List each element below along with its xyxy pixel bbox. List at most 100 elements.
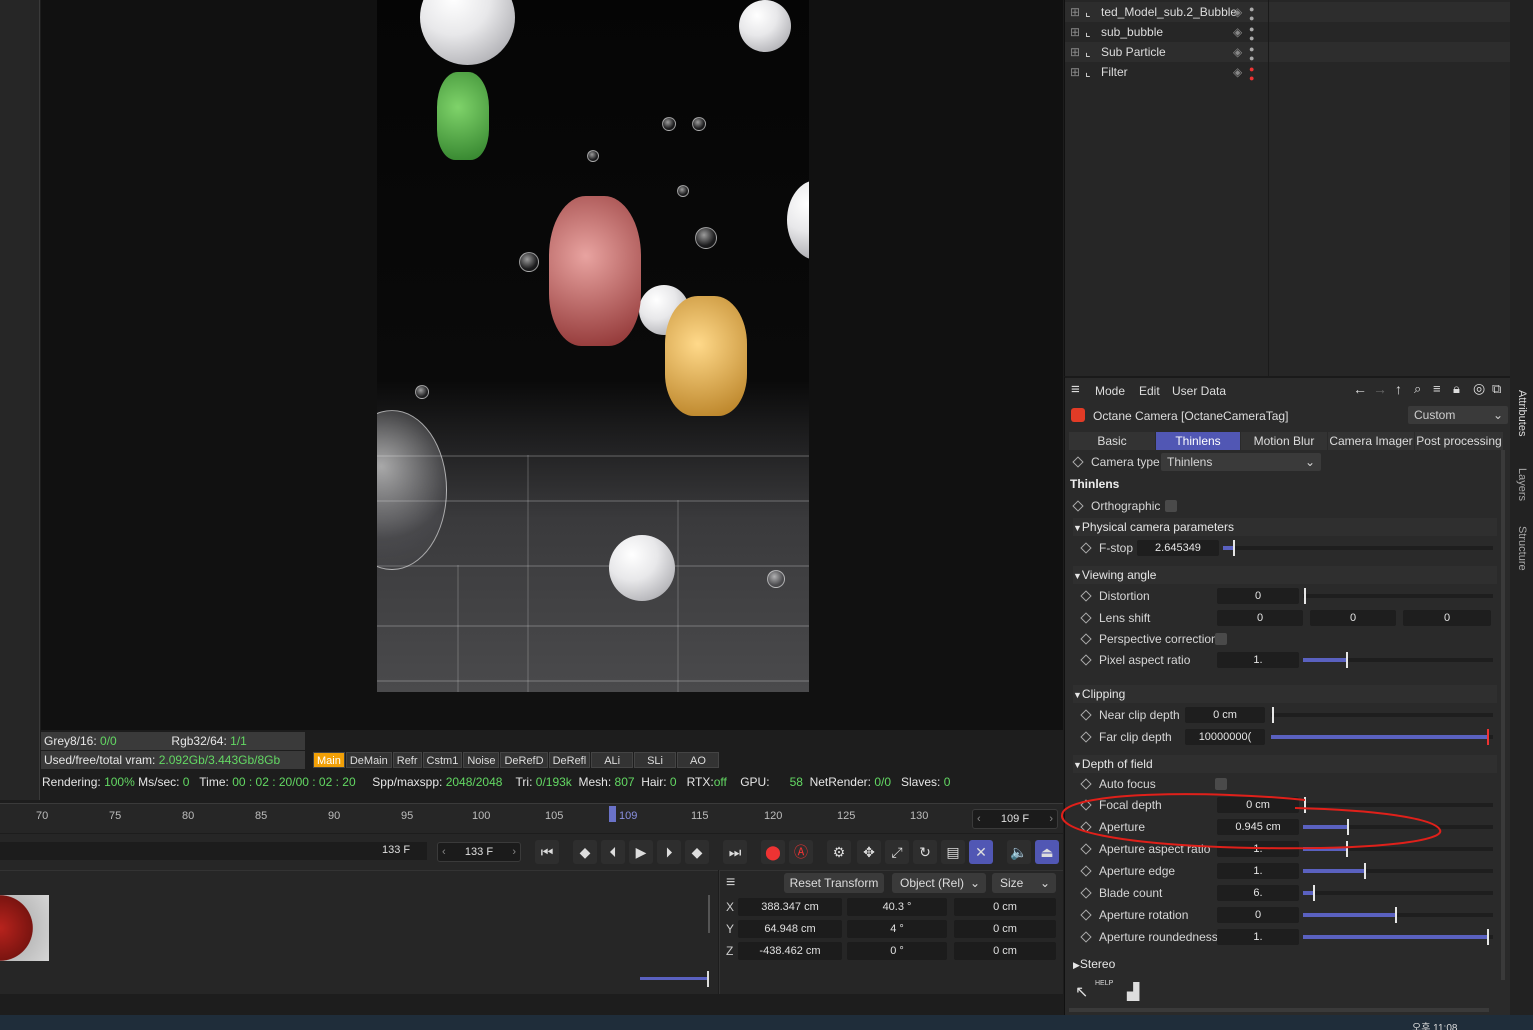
auto-focus-checkbox[interactable]: [1215, 778, 1227, 790]
keyframe-diamond-icon[interactable]: [1080, 542, 1092, 554]
pos-y-field[interactable]: 64.948 cm: [738, 920, 842, 938]
tab-post-processing[interactable]: Post processing: [1415, 432, 1503, 450]
chip-derefd[interactable]: DeRefD: [500, 752, 548, 768]
pla-key-icon[interactable]: ✕: [969, 840, 993, 864]
lock-icon[interactable]: 🔒︎: [1453, 381, 1460, 397]
layer-icon[interactable]: ◈: [1233, 22, 1242, 42]
far-clip-field[interactable]: 10000000(: [1185, 729, 1265, 745]
param-key-icon[interactable]: ▤: [941, 840, 965, 864]
keyframe-diamond-icon[interactable]: [1080, 654, 1092, 666]
object-name[interactable]: Sub Particle: [1101, 42, 1166, 62]
keyframe-diamond-icon[interactable]: [1072, 500, 1084, 512]
preset-dropdown[interactable]: Custom ⌄: [1408, 406, 1508, 424]
near-clip-slider[interactable]: [1271, 713, 1493, 717]
rot-y-field[interactable]: 4 °: [847, 920, 947, 938]
chip-ao[interactable]: AO: [677, 752, 719, 768]
orthographic-checkbox[interactable]: [1165, 500, 1177, 512]
lens-shift-x-field[interactable]: 0: [1217, 610, 1303, 626]
next-frame-button[interactable]: ⏵: [657, 840, 681, 864]
side-tab-structure[interactable]: Structure: [1516, 526, 1528, 571]
near-clip-field[interactable]: 0 cm: [1185, 707, 1265, 723]
target-icon[interactable]: ◎: [1473, 380, 1485, 397]
new-window-icon[interactable]: ⧉: [1492, 381, 1501, 397]
lens-shift-z-field[interactable]: 0: [1403, 610, 1491, 626]
chip-main[interactable]: Main: [313, 752, 345, 768]
render-viewport[interactable]: [41, 0, 1063, 730]
visibility-dots-icon[interactable]: ● ●: [1249, 5, 1254, 23]
object-row[interactable]: ⊞ ⌞ Filter ◈ ● ●: [1065, 62, 1511, 83]
menu-edit[interactable]: Edit: [1139, 384, 1160, 398]
prev-frame-button[interactable]: ⏴: [601, 840, 625, 864]
timeline-ruler[interactable]: 70 75 80 85 90 95 100 105 109 115 120 12…: [0, 803, 1063, 833]
chip-cstm1[interactable]: Cstm1: [422, 752, 463, 768]
menu-user-data[interactable]: User Data: [1172, 384, 1226, 398]
object-row[interactable]: ⊞ ⌞ sub_bubble ◈ ● ●: [1065, 22, 1511, 43]
keyframe-diamond-icon[interactable]: [1080, 778, 1092, 790]
keyframe-diamond-icon[interactable]: [1072, 456, 1084, 468]
expand-icon[interactable]: ⊞: [1070, 42, 1080, 62]
chip-derefl[interactable]: DeRefl: [548, 752, 591, 768]
menu-icon[interactable]: ≡: [726, 874, 735, 892]
group-stereo[interactable]: ▶Stereo: [1073, 955, 1497, 973]
near-clip-slider-knob[interactable]: [1272, 707, 1274, 723]
chip-ali[interactable]: ALi: [591, 752, 634, 768]
filter-icon[interactable]: ≡: [1433, 381, 1441, 396]
blade-count-field[interactable]: 6.: [1217, 885, 1299, 901]
object-name[interactable]: Filter: [1101, 62, 1128, 82]
prev-key-button[interactable]: ◆: [573, 840, 597, 864]
group-dof[interactable]: ▼Depth of field: [1073, 755, 1497, 773]
pixel-aspect-field[interactable]: 1.: [1217, 652, 1299, 668]
reset-transform-button[interactable]: Reset Transform: [784, 873, 884, 893]
visibility-dots-icon[interactable]: ● ●: [1249, 25, 1254, 43]
keyframe-settings-icon[interactable]: ⚙: [827, 840, 851, 864]
rot-x-field[interactable]: 40.3 °: [847, 898, 947, 916]
blade-count-slider[interactable]: [1303, 891, 1493, 895]
keyframe-diamond-icon[interactable]: [1080, 931, 1092, 943]
attr-h-scrollbar[interactable]: [1069, 1008, 1489, 1012]
object-row[interactable]: ⊞ ⌞ ted_Model_sub.2_Bubble ◈ ● ●: [1065, 2, 1511, 23]
material-manager[interactable]: [0, 870, 718, 994]
next-key-button[interactable]: ◆: [685, 840, 709, 864]
side-tab-layers[interactable]: Layers: [1516, 468, 1528, 501]
object-name[interactable]: sub_bubble: [1101, 22, 1163, 42]
object-name[interactable]: ted_Model_sub.2_Bubble: [1101, 2, 1237, 22]
aperture-edge-field[interactable]: 1.: [1217, 863, 1299, 879]
go-to-start-button[interactable]: ⏮: [535, 840, 559, 864]
layer-icon[interactable]: ◈: [1233, 2, 1242, 22]
group-clipping[interactable]: ▼Clipping: [1073, 685, 1497, 703]
sound-icon[interactable]: 🔈: [1007, 840, 1031, 864]
expand-icon[interactable]: ⊞: [1070, 62, 1080, 82]
end-frame-field[interactable]: ‹ 133 F ›: [437, 842, 521, 862]
play-button[interactable]: ▶: [629, 840, 653, 864]
camera-type-dropdown[interactable]: Thinlens ⌄: [1161, 453, 1321, 471]
size-z-field[interactable]: 0 cm: [954, 942, 1056, 960]
up-arrow-icon[interactable]: ↑: [1395, 381, 1402, 397]
scrollbar[interactable]: [708, 895, 710, 933]
tab-basic[interactable]: Basic: [1069, 432, 1155, 450]
distortion-field[interactable]: 0: [1217, 588, 1299, 604]
expand-icon[interactable]: ⊞: [1070, 2, 1080, 22]
keyframe-diamond-icon[interactable]: [1080, 633, 1092, 645]
aperture-rotation-field[interactable]: 0: [1217, 907, 1299, 923]
record-button[interactable]: ⬤: [761, 840, 785, 864]
tab-camera-imager[interactable]: Camera Imager: [1328, 432, 1414, 450]
help-cursor-icon[interactable]: ↖: [1075, 982, 1088, 1002]
visibility-dots-icon[interactable]: ● ●: [1249, 65, 1254, 83]
tab-thinlens[interactable]: Thinlens: [1156, 432, 1240, 450]
layer-icon[interactable]: ◈: [1233, 42, 1242, 62]
chip-noise[interactable]: Noise: [463, 752, 500, 768]
material-thumbnail[interactable]: [0, 895, 49, 961]
fstop-field[interactable]: 2.645349: [1137, 540, 1219, 556]
expand-icon[interactable]: ⊞: [1070, 22, 1080, 42]
size-y-field[interactable]: 0 cm: [954, 920, 1056, 938]
aperture-edge-slider-knob[interactable]: [1364, 863, 1366, 879]
go-to-end-button[interactable]: ⏭: [723, 840, 747, 864]
keyframe-diamond-icon[interactable]: [1080, 590, 1092, 602]
move-key-icon[interactable]: ✥: [857, 840, 881, 864]
group-physical[interactable]: ▼Physical camera parameters: [1073, 518, 1497, 536]
back-arrow-icon[interactable]: ←: [1353, 381, 1367, 397]
rot-z-field[interactable]: 0 °: [847, 942, 947, 960]
pos-z-field[interactable]: -438.462 cm: [738, 942, 842, 960]
side-tab-attributes[interactable]: Attributes: [1516, 390, 1528, 436]
pos-x-field[interactable]: 388.347 cm: [738, 898, 842, 916]
